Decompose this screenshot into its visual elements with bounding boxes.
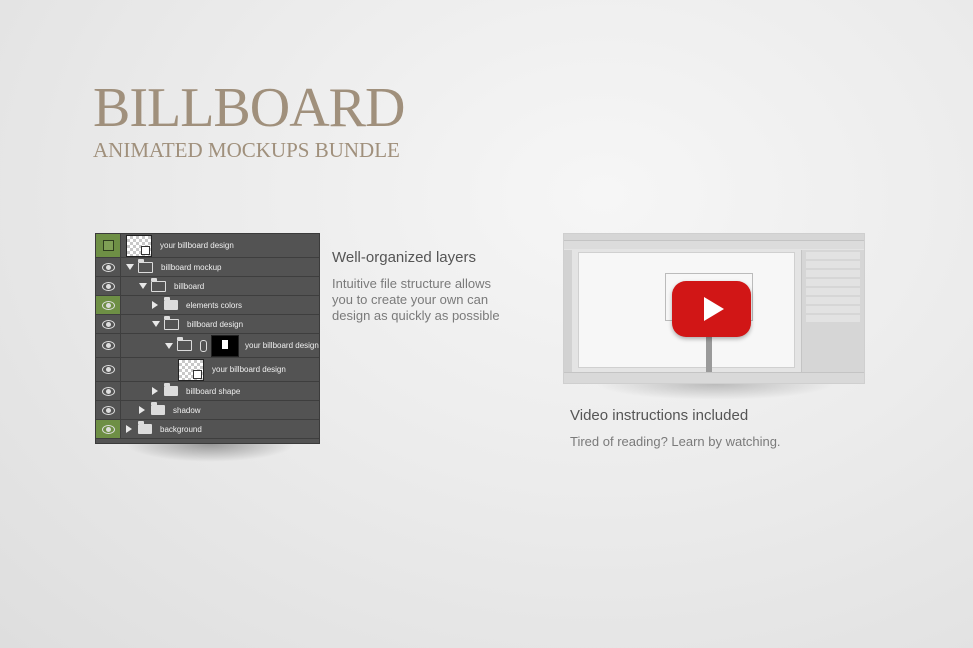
layers-panel-shadow [125, 444, 295, 462]
layer-content: your billboard design [122, 234, 319, 257]
layer-content: background [122, 420, 319, 438]
brand-header: BILLBOARD ANIMATED MOCKUPS BUNDLE [93, 77, 405, 162]
ps-panel-row [806, 306, 860, 313]
eye-icon[interactable] [96, 315, 121, 333]
billboard-pole [706, 337, 712, 373]
disclosure-down-icon[interactable] [152, 321, 160, 327]
eye-icon[interactable] [96, 334, 121, 357]
eye-icon [101, 300, 115, 310]
layer-content: billboard [122, 277, 319, 295]
layer-mask-thumbnail [211, 334, 239, 357]
layer-content: elements colors [122, 296, 319, 314]
ps-panel-row [806, 279, 860, 286]
layer-name: your billboard design [245, 341, 319, 350]
brand-title: BILLBOARD [93, 77, 405, 139]
layers-feature-description: Intuitive file structure allows you to c… [332, 276, 500, 323]
eye-icon[interactable] [96, 420, 121, 438]
disclosure-right-icon[interactable] [152, 387, 158, 395]
disclosure-right-icon[interactable] [139, 406, 145, 414]
layer-name: billboard mockup [161, 262, 222, 272]
layer-row[interactable]: billboard [96, 277, 319, 296]
ps-timeline-bar [564, 372, 864, 383]
layer-name: elements colors [186, 300, 243, 310]
disclosure-down-icon[interactable] [139, 283, 147, 289]
ps-panel-row [806, 315, 860, 322]
disclosure-right-icon[interactable] [126, 425, 132, 433]
layer-visibility-box[interactable] [96, 234, 121, 257]
eye-icon [101, 365, 115, 374]
smart-object-thumbnail [126, 234, 152, 257]
eye-icon[interactable] [96, 382, 121, 400]
play-icon [704, 297, 724, 321]
ps-panel-row [806, 297, 860, 304]
eye-icon [101, 281, 115, 291]
layer-name: your billboard design [160, 241, 234, 250]
brand-subtitle: ANIMATED MOCKUPS BUNDLE [93, 138, 400, 162]
folder-icon [151, 402, 165, 415]
eye-icon[interactable] [96, 358, 121, 381]
eye-icon [101, 319, 115, 329]
disclosure-down-icon[interactable] [165, 342, 173, 349]
ps-panel-row [806, 261, 860, 268]
layer-name: background [160, 424, 202, 434]
ps-tools-panel [564, 250, 572, 372]
video-thumbnail-shadow [595, 384, 835, 400]
ps-options-bar [564, 241, 864, 249]
eye-icon[interactable] [96, 401, 121, 419]
layer-content: your billboard design [122, 334, 319, 357]
ps-menubar [564, 234, 864, 241]
eye-icon [101, 341, 115, 350]
ps-panel-row [806, 252, 860, 259]
folder-icon [164, 297, 178, 310]
ps-side-panels [801, 250, 864, 372]
layer-content: billboard design [122, 315, 319, 333]
layer-row[interactable]: your billboard design [96, 334, 319, 358]
eye-icon [101, 262, 115, 272]
layer-row[interactable]: billboard shape [96, 382, 319, 401]
layer-row[interactable]: your billboard design [96, 234, 319, 258]
visibility-box-icon [102, 240, 114, 251]
layer-content: billboard mockup [122, 258, 319, 276]
layers-feature-title: Well-organized layers [332, 249, 476, 266]
layer-row[interactable]: elements colors [96, 296, 319, 315]
folder-icon [177, 337, 192, 351]
video-thumbnail[interactable] [563, 233, 865, 384]
layer-name: billboard shape [186, 386, 241, 396]
layer-name: billboard design [187, 319, 244, 329]
eye-icon[interactable] [96, 296, 121, 314]
eye-icon[interactable] [96, 277, 121, 295]
smart-object-thumbnail [178, 358, 204, 381]
layer-name: your billboard design [212, 365, 286, 374]
eye-icon [101, 424, 115, 434]
folder-icon [164, 315, 179, 330]
layer-row[interactable]: your billboard design [96, 358, 319, 382]
eye-icon[interactable] [96, 258, 121, 276]
video-feature-description: Tired of reading? Learn by watching. [570, 434, 781, 449]
disclosure-down-icon[interactable] [126, 264, 134, 270]
disclosure-right-icon[interactable] [152, 301, 158, 309]
layer-content: shadow [122, 401, 319, 419]
layer-name: shadow [173, 405, 201, 415]
layer-row[interactable]: billboard mockup [96, 258, 319, 277]
eye-icon [101, 386, 115, 396]
link-icon [200, 339, 207, 352]
ps-panel-row [806, 288, 860, 295]
layer-content: your billboard design [122, 358, 319, 381]
layers-panel: your billboard design billboard mockup bil… [95, 233, 320, 444]
ps-panel-row [806, 270, 860, 277]
layer-row[interactable]: background [96, 420, 319, 439]
folder-icon [138, 258, 153, 273]
folder-icon [151, 277, 166, 292]
folder-icon [138, 421, 152, 434]
eye-icon [101, 405, 115, 415]
layer-name: billboard [174, 281, 205, 291]
play-button[interactable] [672, 281, 751, 337]
folder-icon [164, 383, 178, 396]
layer-row[interactable]: billboard design [96, 315, 319, 334]
layer-content: billboard shape [122, 382, 319, 400]
layer-row[interactable]: shadow [96, 401, 319, 420]
video-feature-title: Video instructions included [570, 407, 749, 424]
